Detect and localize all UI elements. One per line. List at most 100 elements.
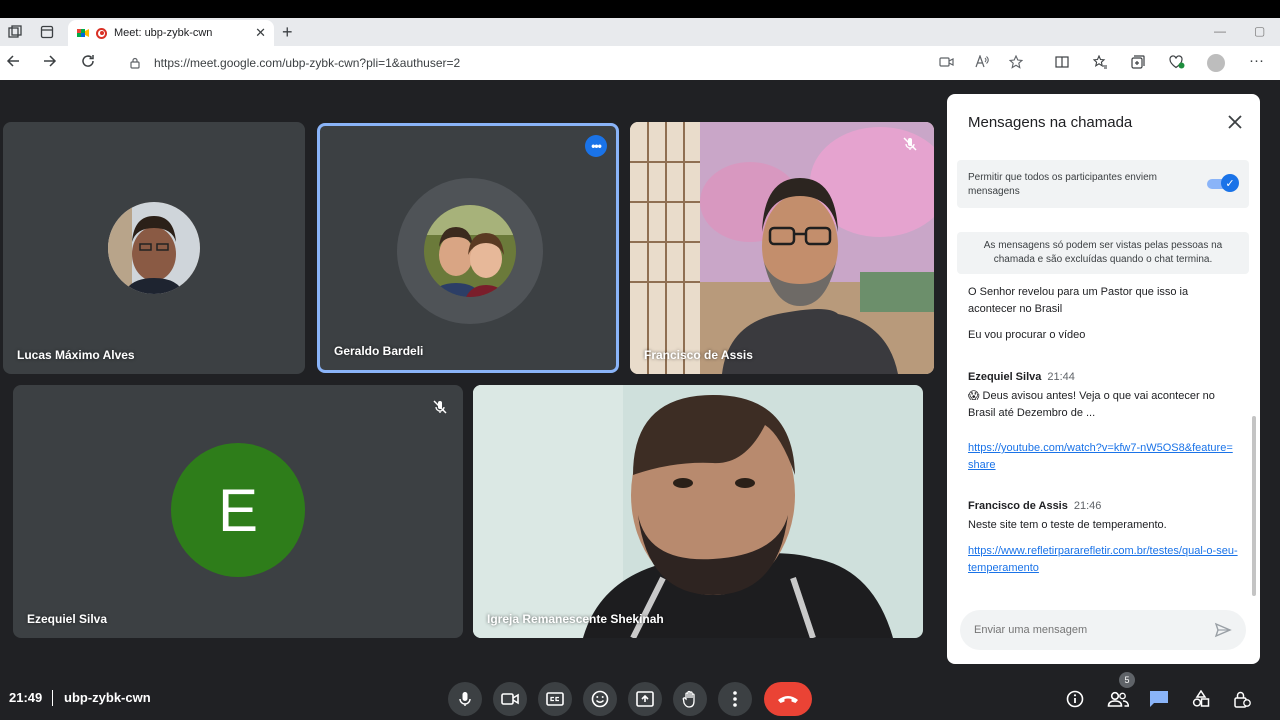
top-strip (0, 0, 1280, 18)
chat-sender: Ezequiel Silva 21:44 (968, 371, 1075, 383)
muted-mic-icon (433, 400, 447, 414)
sender-name: Francisco de Assis (968, 500, 1068, 512)
collections-icon[interactable] (1131, 55, 1145, 72)
participant-initial-avatar: E (171, 443, 305, 577)
forward-icon[interactable] (43, 54, 57, 73)
address-bar: https://meet.google.com/ubp-zybk-cwn?pli… (0, 46, 1280, 80)
participant-tile-francisco[interactable]: Francisco de Assis (630, 122, 934, 374)
chat-info-notice: As mensagens só podem ser vistas pelas p… (957, 232, 1249, 274)
meeting-code: ubp-zybk-cwn (64, 690, 151, 705)
host-lock-icon (1234, 691, 1251, 708)
chat-button[interactable] (1148, 688, 1170, 710)
chat-message-link: https://www.refletirpararefletir.com.br/… (968, 543, 1238, 577)
permission-setting: Permitir que todos os participantes envi… (957, 160, 1249, 208)
present-screen-button[interactable] (628, 682, 662, 716)
chat-scrollbar[interactable] (1252, 416, 1256, 596)
send-icon[interactable] (1214, 621, 1232, 639)
chat-message: Neste site tem o teste de temperamento. (968, 519, 1167, 531)
participant-video (473, 385, 923, 638)
info-icon (1066, 690, 1084, 708)
chat-icon (1150, 691, 1168, 707)
minimize-icon[interactable]: — (1214, 24, 1226, 38)
favorite-star-icon[interactable] (1008, 54, 1024, 72)
more-vert-icon (733, 691, 737, 707)
permission-label: Permitir que todos os participantes envi… (968, 172, 1157, 197)
participant-avatar (108, 202, 200, 294)
chat-message: 😱 Deus avisou antes! Veja o que vai acon… (968, 390, 1215, 419)
participant-tile-lucas[interactable]: Lucas Máximo Alves (3, 122, 305, 374)
reload-icon[interactable] (81, 54, 95, 73)
muted-mic-icon (903, 137, 917, 151)
divider (52, 690, 53, 706)
microphone-button[interactable] (448, 682, 482, 716)
present-icon (636, 691, 654, 707)
participant-avatar (424, 205, 516, 297)
participant-count-badge: 5 (1119, 672, 1135, 688)
permission-toggle[interactable]: ✓ (1207, 174, 1239, 192)
youtube-link[interactable]: https://youtube.com/watch?v=kfw7-nW5OS8&… (968, 442, 1233, 471)
participant-name: Ezequiel Silva (27, 612, 108, 626)
message-time: 21:46 (1073, 500, 1102, 512)
close-icon[interactable] (1227, 114, 1243, 130)
profile-avatar[interactable] (1207, 54, 1225, 72)
camera-in-use-icon[interactable] (939, 55, 954, 71)
camera-icon (501, 693, 519, 705)
back-icon[interactable] (6, 54, 20, 73)
url-text: https://meet.google.com/ubp-zybk-cwn?pli… (154, 56, 461, 70)
activities-icon (1192, 690, 1210, 707)
raise-hand-button[interactable] (673, 682, 707, 716)
browser-tab-meet[interactable]: Meet: ubp-zybk-cwn ✕ (68, 20, 274, 46)
more-options-button[interactable] (718, 682, 752, 716)
captions-icon (546, 692, 564, 706)
tab-title: Meet: ubp-zybk-cwn (114, 27, 213, 39)
chat-input-container (960, 610, 1246, 650)
message-time: 21:44 (1047, 371, 1075, 383)
tile-more-options-icon[interactable]: ••• (585, 135, 607, 157)
read-aloud-icon[interactable] (975, 54, 989, 71)
chat-message-input[interactable] (974, 620, 1204, 640)
favorites-icon[interactable] (1092, 54, 1108, 72)
sender-name: Ezequiel Silva (968, 371, 1042, 383)
people-icon (1107, 691, 1129, 707)
camera-button[interactable] (493, 682, 527, 716)
new-tab-button[interactable]: + (282, 22, 293, 43)
url-field[interactable]: https://meet.google.com/ubp-zybk-cwn?pli… (114, 50, 1046, 76)
split-screen-icon[interactable] (1055, 55, 1069, 71)
meeting-clock: 21:49 (9, 690, 43, 705)
browser-essentials-icon[interactable] (1169, 55, 1185, 72)
browser-menu-icon[interactable]: ··· (1249, 52, 1264, 69)
restore-icon[interactable]: ▢ (1254, 24, 1265, 38)
chat-title: Mensagens na chamada (968, 114, 1133, 131)
hand-icon (682, 690, 695, 708)
microphone-icon (459, 692, 471, 706)
participant-tile-igreja[interactable]: Igreja Remanescente Shekinah (473, 385, 923, 638)
recording-icon (96, 27, 107, 39)
participant-name: Lucas Máximo Alves (17, 348, 135, 362)
chat-sender: Francisco de Assis 21:46 (968, 500, 1101, 512)
chat-message: Eu vou procurar o vídeo (968, 329, 1086, 341)
chat-message: O Senhor revelou para um Pastor que isso… (968, 286, 1189, 315)
reactions-button[interactable] (583, 682, 617, 716)
tab-actions-icon[interactable] (32, 18, 62, 46)
browser-tab-bar: Meet: ubp-zybk-cwn ✕ + — ▢ (0, 18, 1280, 46)
chat-panel: Mensagens na chamada Permitir que todos … (947, 94, 1260, 664)
hang-up-icon (778, 696, 798, 703)
emoji-icon (591, 690, 609, 708)
people-button[interactable] (1106, 688, 1130, 710)
activities-button[interactable] (1190, 688, 1212, 710)
google-meet-icon (76, 26, 90, 40)
lock-icon (130, 57, 140, 69)
chat-message-link: https://youtube.com/watch?v=kfw7-nW5OS8&… (968, 440, 1238, 474)
leave-call-button[interactable] (764, 682, 812, 716)
host-controls-button[interactable] (1231, 688, 1253, 710)
captions-button[interactable] (538, 682, 572, 716)
tab-close-icon[interactable]: ✕ (255, 25, 266, 41)
participant-name: Igreja Remanescente Shekinah (487, 612, 664, 626)
check-icon: ✓ (1221, 174, 1239, 192)
meeting-details-button[interactable] (1064, 688, 1086, 710)
participant-tile-geraldo[interactable]: ••• Geraldo Bardeli (317, 123, 619, 373)
workspaces-icon[interactable] (0, 18, 30, 46)
participant-tile-ezequiel[interactable]: E Ezequiel Silva (13, 385, 463, 638)
temperament-test-link[interactable]: https://www.refletirpararefletir.com.br/… (968, 545, 1238, 574)
participant-name: Geraldo Bardeli (334, 344, 424, 358)
